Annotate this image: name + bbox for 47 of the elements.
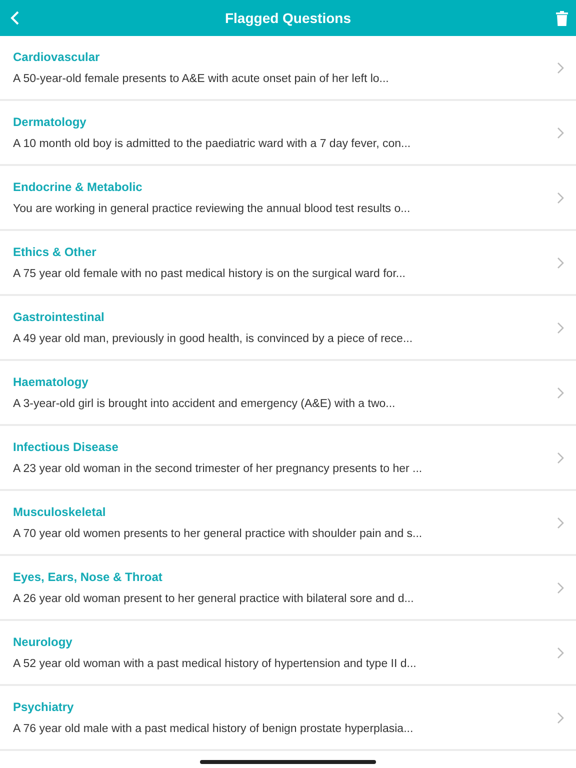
question-row[interactable]: Infectious Disease A 23 year old woman in the second trimester of her pregnancy presents to her ... xyxy=(0,426,576,491)
category-title: Gastrointestinal xyxy=(13,310,106,324)
category-title: Dermatology xyxy=(13,115,88,129)
question-snippet: A 26 year old woman present to her general practice with bilateral sore and d... xyxy=(13,593,415,605)
chevron-icon xyxy=(557,62,564,74)
question-snippet: A 49 year old man, previously in good health, is convinced by a piece of rece... xyxy=(13,333,414,345)
question-row[interactable]: Endocrine & Metabolic You are working in general practice reviewing the annual blood test results o... xyxy=(0,166,576,231)
chevron-icon xyxy=(557,582,564,594)
category-title: Neurology xyxy=(13,635,74,649)
chevron-icon xyxy=(557,256,564,268)
chevron-icon xyxy=(557,126,564,138)
chevron-icon xyxy=(557,516,564,528)
category-title: Eyes, Ears, Nose & Throat xyxy=(13,570,164,584)
category-title: Ethics & Other xyxy=(13,245,98,259)
category-title: Musculoskeletal xyxy=(13,505,107,519)
category-title: Cardiovascular xyxy=(13,50,101,64)
question-snippet: You are working in general practice reviewing the annual blood test results o... xyxy=(13,203,412,215)
chevron-icon xyxy=(557,192,564,204)
chevron-icon xyxy=(557,646,564,658)
question-snippet: A 3-year-old girl is brought into accident and emergency (A&E) with a two... xyxy=(13,398,396,410)
question-row[interactable]: Gastrointestinal A 49 year old man, previously in good health, is convinced by a piece of rece... xyxy=(0,296,576,361)
category-title: Endocrine & Metabolic xyxy=(13,180,144,194)
question-row[interactable]: Psychiatry A 76 year old male with a past medical history of benign prostate hyperplasia... xyxy=(0,686,576,751)
question-snippet: A 52 year old woman with a past medical history of hypertension and type II d... xyxy=(13,658,418,670)
chevron-icon xyxy=(557,322,564,334)
category-title: Infectious Disease xyxy=(13,440,120,454)
category-title: Psychiatry xyxy=(13,700,75,714)
question-row[interactable]: Ethics & Other A 75 year old female with no past medical history is on the surgical ward for... xyxy=(0,231,576,296)
chevron-icon xyxy=(557,452,564,464)
question-row[interactable]: Eyes, Ears, Nose & Throat A 26 year old woman present to her general practice with bilateral sore and d... xyxy=(0,556,576,621)
screen-title: Flagged Questions xyxy=(224,10,351,26)
back-icon[interactable] xyxy=(10,11,20,25)
question-row[interactable]: Haematology A 3-year-old girl is brought into accident and emergency (A&E) with a two... xyxy=(0,361,576,426)
question-row[interactable]: Dermatology A 10 month old boy is admitted to the paediatric ward with a 7 day fever, con... xyxy=(0,101,576,166)
category-title: Haematology xyxy=(13,375,90,389)
question-snippet: A 50-year-old female presents to A&E with acute onset pain of her left lo... xyxy=(13,73,390,85)
question-snippet: A 70 year old women presents to her general practice with shoulder pain and s... xyxy=(13,528,424,540)
chevron-icon xyxy=(557,386,564,398)
question-snippet: A 10 month old boy is admitted to the paediatric ward with a 7 day fever, con... xyxy=(13,138,412,150)
question-row[interactable]: Neurology A 52 year old woman with a past medical history of hypertension and type II d... xyxy=(0,621,576,686)
question-snippet: A 75 year old female with no past medical history is on the surgical ward for... xyxy=(13,268,406,280)
trash-icon[interactable] xyxy=(556,10,568,26)
question-snippet: A 76 year old male with a past medical history of benign prostate hyperplasia... xyxy=(13,723,414,735)
chevron-icon xyxy=(557,712,564,724)
question-row[interactable]: Musculoskeletal A 70 year old women presents to her general practice with shoulder pain and s... xyxy=(0,491,576,556)
question-row[interactable]: Cardiovascular A 50-year-old female presents to A&E with acute onset pain of her left lo... xyxy=(0,36,576,101)
question-snippet: A 23 year old woman in the second trimester of her pregnancy presents to her ... xyxy=(13,463,424,475)
